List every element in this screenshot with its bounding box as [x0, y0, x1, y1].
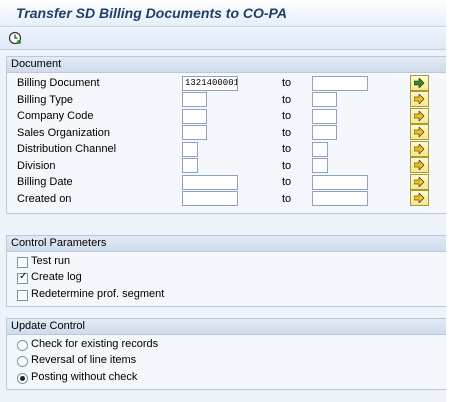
billing-document-to-input[interactable] [312, 76, 368, 91]
company-code-multiple-selection-button[interactable] [410, 108, 429, 124]
to-label: to [282, 77, 292, 89]
billing-document-multiple-selection-button[interactable] [410, 75, 429, 91]
sales-organization-to-input[interactable] [312, 125, 337, 140]
to-label: to [282, 110, 292, 122]
reversal-line-items-radio[interactable] [17, 356, 28, 367]
sales-organization-from-input[interactable] [182, 125, 207, 140]
billing-type-label: Billing Type [17, 94, 74, 106]
to-label: to [282, 143, 292, 155]
company-code-label: Company Code [17, 110, 94, 122]
multiple-selection-arrow-icon [414, 127, 425, 137]
reversal-line-items-label: Reversal of line items [31, 354, 137, 366]
multiple-selection-arrow-icon [414, 160, 425, 170]
multiple-selection-arrow-icon [414, 78, 425, 88]
right-margin [446, 0, 474, 402]
create-log-checkbox[interactable]: ✓ [17, 271, 28, 284]
to-label: to [282, 94, 292, 106]
redetermine-prof-segment-label: Redetermine prof. segment [31, 288, 165, 300]
test-run-checkbox[interactable] [17, 257, 28, 268]
sales-organization-label: Sales Organization [17, 127, 110, 139]
division-label: Division [17, 160, 56, 172]
multiple-selection-arrow-icon [414, 193, 425, 203]
application-toolbar [0, 27, 446, 50]
control-parameters-group-title: Control Parameters [7, 236, 447, 252]
check-existing-records-label: Check for existing records [31, 338, 159, 350]
create-log-label: Create log [31, 271, 82, 283]
division-to-input[interactable] [312, 158, 328, 173]
multiple-selection-arrow-icon [414, 94, 425, 104]
document-group: Document Billing Document 1321400001 to … [6, 56, 448, 214]
to-label: to [282, 176, 292, 188]
created-on-from-input[interactable] [182, 191, 238, 206]
title-bar: Transfer SD Billing Documents to CO-PA [0, 0, 446, 27]
posting-without-check-label: Posting without check [31, 371, 138, 383]
company-code-to-input[interactable] [312, 109, 337, 124]
billing-date-label: Billing Date [17, 176, 73, 188]
distribution-channel-label: Distribution Channel [17, 143, 117, 155]
test-run-label: Test run [31, 255, 71, 267]
created-on-label: Created on [17, 193, 72, 205]
created-on-to-input[interactable] [312, 191, 368, 206]
distribution-channel-to-input[interactable] [312, 142, 328, 157]
update-control-group-title: Update Control [7, 319, 447, 335]
redetermine-prof-segment-checkbox[interactable] [17, 290, 28, 301]
division-from-input[interactable] [182, 158, 198, 173]
billing-document-label: Billing Document [17, 77, 100, 89]
execute-clock-icon[interactable] [8, 31, 22, 45]
to-label: to [282, 160, 292, 172]
multiple-selection-arrow-icon [414, 177, 425, 187]
control-parameters-group: Control Parameters Test run ✓ Create log… [6, 235, 448, 307]
multiple-selection-arrow-icon [414, 144, 425, 154]
radio-selected-dot [20, 376, 25, 381]
distribution-channel-from-input[interactable] [182, 142, 198, 157]
billing-document-from-input[interactable]: 1321400001 [182, 76, 238, 91]
billing-date-to-input[interactable] [312, 175, 368, 190]
to-label: to [282, 127, 292, 139]
document-group-title: Document [7, 57, 447, 73]
billing-type-to-input[interactable] [312, 92, 337, 107]
check-existing-records-radio[interactable] [17, 340, 28, 351]
billing-date-multiple-selection-button[interactable] [410, 174, 429, 190]
page-title: Transfer SD Billing Documents to CO-PA [16, 5, 287, 21]
update-control-group: Update Control Check for existing record… [6, 318, 448, 390]
sales-organization-multiple-selection-button[interactable] [410, 124, 429, 140]
checkmark-icon: ✓ [19, 271, 28, 282]
posting-without-check-radio[interactable] [17, 373, 28, 384]
billing-type-multiple-selection-button[interactable] [410, 91, 429, 107]
distribution-channel-multiple-selection-button[interactable] [410, 141, 429, 157]
billing-type-from-input[interactable] [182, 92, 207, 107]
multiple-selection-arrow-icon [414, 111, 425, 121]
to-label: to [282, 193, 292, 205]
selection-screen: Document Billing Document 1321400001 to … [0, 50, 448, 402]
company-code-from-input[interactable] [182, 109, 207, 124]
billing-date-from-input[interactable] [182, 175, 238, 190]
division-multiple-selection-button[interactable] [410, 157, 429, 173]
created-on-multiple-selection-button[interactable] [410, 190, 429, 206]
